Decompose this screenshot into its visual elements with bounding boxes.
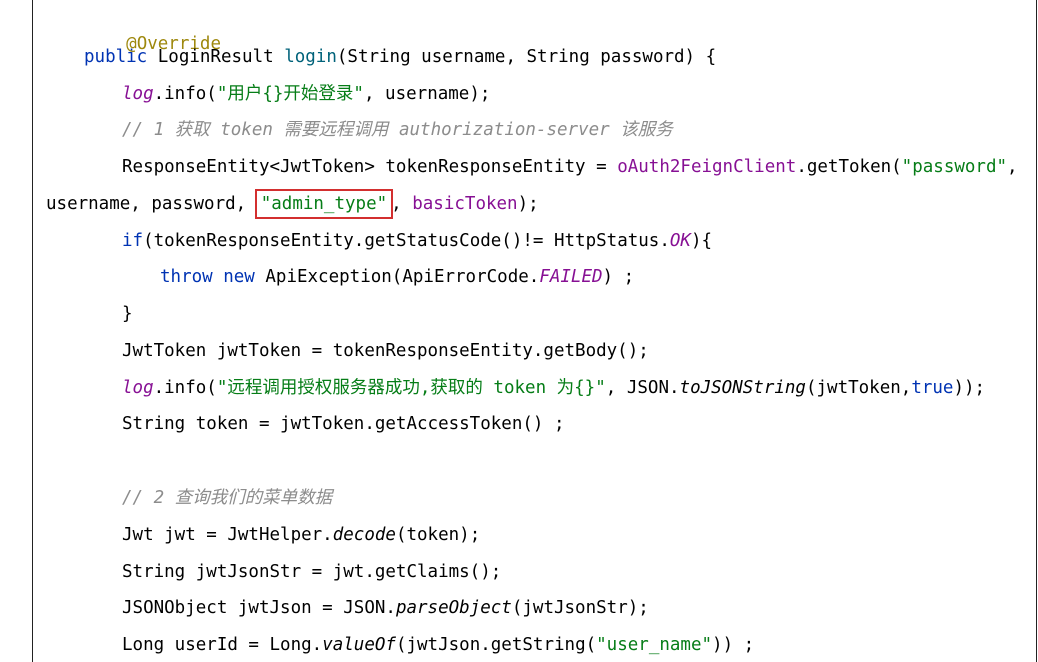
json-object-decl: JSONObject jwtJson = JSON. [122,598,396,618]
keyword-true: true [911,378,954,398]
keyword-public: public [84,47,148,67]
code-comment-2: // 2 查询我们的菜单数据 [122,488,333,508]
log-args: , username); [363,84,491,104]
code-line-10: JwtToken jwtToken = tokenResponseEntity.… [122,341,649,361]
close-call: ); [517,194,539,214]
keyword-new: new [223,267,255,287]
log-call: .info( [153,378,217,398]
log-string: "用户{}开始登录" [216,84,364,104]
code-line-1: @Override [84,8,221,54]
code-comment-1: // 1 获取 token 需要远程调用 authorization-serve… [122,120,673,140]
decode-method: decode [332,525,396,545]
comma: , [1007,157,1018,177]
close-call: )); [953,378,986,398]
args: (jwtToken, [805,378,912,398]
feign-client-field: oAuth2FeignClient [617,157,797,177]
left-border [32,0,33,662]
args: (jwtJsonStr); [511,598,649,618]
log-string: "远程调用授权服务器成功,获取的 token 为{}" [216,378,606,398]
json-ref: , JSON. [605,378,680,398]
response-entity-decl: ResponseEntity<JwtToken> tokenResponseEn… [122,157,618,177]
const-ok: OK [669,231,691,251]
right-border [1036,0,1037,662]
status-check: (tokenResponseEntity.getStatusCode()!= H… [143,231,670,251]
code-line-14: Jwt jwt = JwtHelper.decode(token); [122,523,480,547]
const-failed: FAILED [539,267,603,287]
close-call: )) ; [712,635,755,655]
value-of-method: valueOf [322,635,396,655]
basic-token-field: basicToken [412,194,518,214]
args: (token); [395,525,481,545]
exception-ctor: ApiException(ApiErrorCode. [254,267,540,287]
brace: ){ [690,231,713,251]
credential-args: username, password, [46,194,257,214]
user-id-decl: Long userId = Long. [122,635,323,655]
code-line-9: } [122,304,133,324]
get-string-call: (jwtJson.getString( [395,635,597,655]
code-line-2: public LoginResult login(String username… [84,45,716,69]
grant-type-string: "password" [901,157,1008,177]
keyword-throw: throw [160,267,213,287]
code-line-5: ResponseEntity<JwtToken> tokenResponseEn… [122,155,1018,179]
log-field: log [122,378,154,398]
highlighted-admin-type: "admin_type" [254,189,394,219]
code-line-15: String jwtJsonStr = jwt.getClaims(); [122,562,502,582]
method-params: (String username, String password) { [336,47,717,67]
close-paren: ) ; [602,267,635,287]
code-line-8: throw new ApiException(ApiErrorCode.FAIL… [160,265,634,289]
log-call: .info( [153,84,217,104]
code-document: @Override public LoginResult login(Strin… [0,0,1038,662]
method-name: login [284,47,337,67]
log-field: log [122,84,154,104]
code-line-12: String token = jwtToken.getAccessToken()… [122,414,565,434]
user-name-string: "user_name" [596,635,713,655]
comma: , [391,194,413,214]
parse-object-method: parseObject [395,598,512,618]
code-line-11: log.info("远程调用授权服务器成功,获取的 token 为{}", JS… [122,376,985,400]
code-line-17: Long userId = Long.valueOf(jwtJson.getSt… [122,633,754,657]
return-type: LoginResult [147,47,285,67]
code-line-7: if(tokenResponseEntity.getStatusCode()!=… [122,229,712,253]
keyword-if: if [122,231,144,251]
code-line-3: log.info("用户{}开始登录", username); [122,82,490,106]
code-line-6: username, password, "admin_type", basicT… [46,189,539,219]
code-line-16: JSONObject jwtJson = JSON.parseObject(jw… [122,596,649,620]
jwt-decl: Jwt jwt = JwtHelper. [122,525,333,545]
get-token-call: .getToken( [796,157,902,177]
to-json-string: toJSONString [679,378,806,398]
